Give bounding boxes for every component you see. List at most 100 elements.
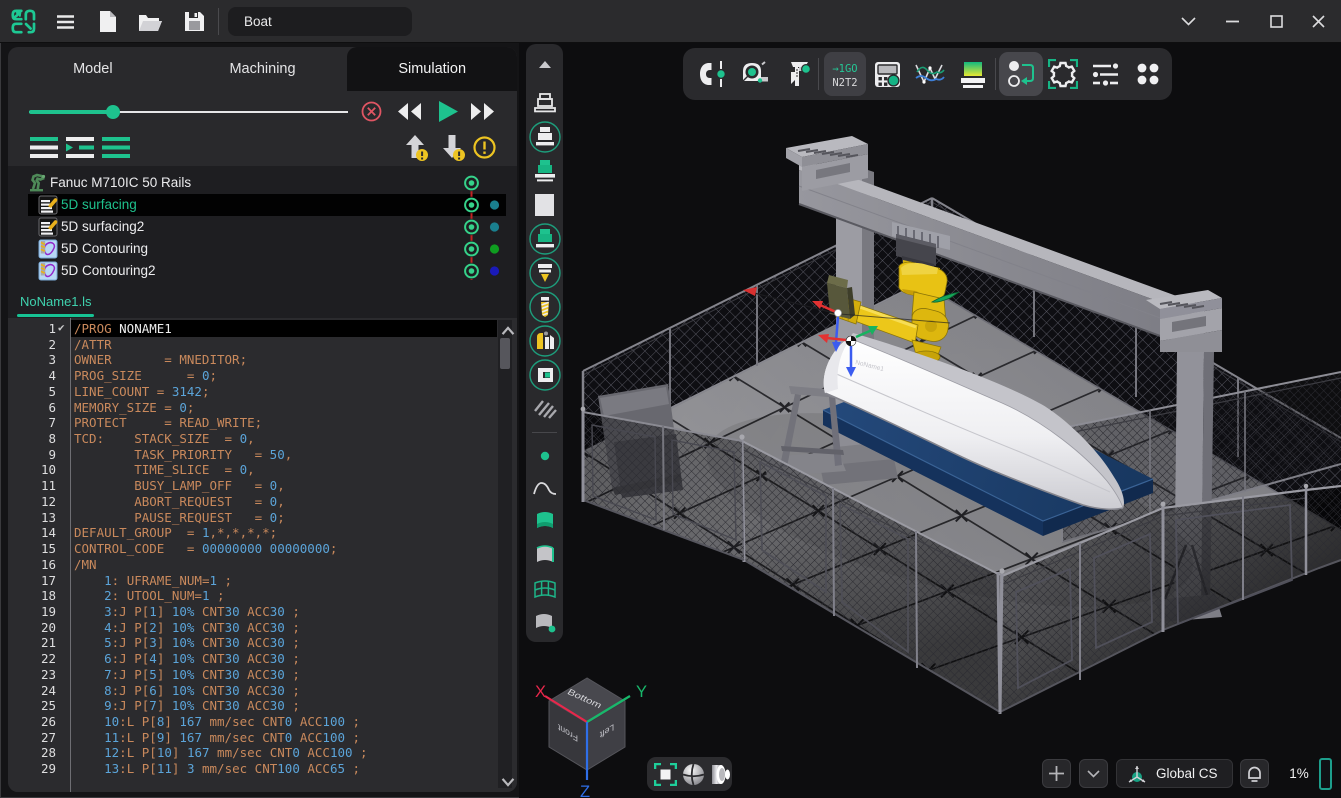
- open-folder-button[interactable]: [133, 5, 167, 38]
- press-stack-icon[interactable]: [952, 53, 994, 95]
- new-file-button[interactable]: [91, 5, 125, 38]
- shaded-sphere-button[interactable]: [682, 763, 705, 786]
- save-button[interactable]: [177, 5, 211, 38]
- code-editor[interactable]: 1✔/PROG NONAME12/ATTR3OWNER = MNEDITOR;4…: [8, 318, 517, 792]
- code-line-29[interactable]: 29 13:L P[11] 3 mm/sec CNT100 ACC65 ;: [8, 761, 505, 777]
- code-line-23[interactable]: 23 7:J P[5] 10% CNT30 ACC30 ;: [8, 667, 505, 683]
- code-line-4[interactable]: 4PROG_SIZE = 0;: [8, 368, 505, 384]
- tab-model[interactable]: Model: [8, 47, 178, 91]
- document-name-field[interactable]: Boat: [228, 7, 412, 36]
- code-line-18[interactable]: 18 2: UTOOL_NUM=1 ;: [8, 588, 505, 604]
- code-line-20[interactable]: 20 4:J P[2] 10% CNT30 ACC30 ;: [8, 620, 505, 636]
- go-nt-button[interactable]: →1GO N2T2: [824, 52, 866, 96]
- download-warning-button[interactable]: [440, 134, 466, 162]
- collapse-window-button[interactable]: [1171, 6, 1205, 36]
- tab-simulation[interactable]: Simulation: [347, 47, 517, 91]
- list-indent-button[interactable]: [66, 137, 94, 158]
- tree-row-5d-contouring2[interactable]: 5D Contouring2: [8, 260, 517, 282]
- add-cs-button[interactable]: [1042, 759, 1071, 788]
- tree-row-fanuc-m710ic-50-rails[interactable]: Fanuc M710IC 50 Rails: [8, 172, 517, 194]
- close-window-button[interactable]: [1301, 6, 1335, 36]
- code-line-13[interactable]: 13 PAUSE_REQUEST = 0;: [8, 510, 505, 526]
- tab-machining[interactable]: Machining: [178, 47, 348, 91]
- code-line-3[interactable]: 3OWNER = MNEDITOR;: [8, 352, 505, 368]
- code-line-8[interactable]: 8TCD: STACK_SIZE = 0,: [8, 431, 505, 447]
- machine-circled-icon[interactable]: [526, 120, 563, 154]
- curve-icon[interactable]: [526, 471, 563, 505]
- code-line-22[interactable]: 22 6:J P[4] 10% CNT30 ACC30 ;: [8, 651, 505, 667]
- play-button[interactable]: [437, 100, 459, 123]
- code-line-25[interactable]: 25 9:J P[7] 10% CNT30 ACC30 ;: [8, 698, 505, 714]
- scroll-down-arrow[interactable]: [501, 775, 515, 789]
- machine-outline-icon[interactable]: [526, 86, 563, 120]
- green-dot-icon[interactable]: [526, 439, 563, 473]
- holder-circled-icon[interactable]: [526, 358, 563, 392]
- code-line-17[interactable]: 17 1: UFRAME_NUM=1 ;: [8, 573, 505, 589]
- code-line-16[interactable]: 16/MN: [8, 557, 505, 573]
- sheet-dot-icon[interactable]: [526, 606, 563, 640]
- mesh-surface-icon[interactable]: [526, 572, 563, 606]
- code-line-11[interactable]: 11 BUSY_LAMP_OFF = 0,: [8, 478, 505, 494]
- robot-jog-button[interactable]: [999, 52, 1043, 96]
- code-line-19[interactable]: 19 3:J P[1] 10% CNT30 ACC30 ;: [8, 604, 505, 620]
- warning-circle-button[interactable]: [473, 136, 496, 159]
- scroll-up-arrow[interactable]: [501, 324, 515, 338]
- caliper-icon[interactable]: [777, 53, 819, 95]
- fit-view-button[interactable]: [654, 763, 677, 786]
- list-green-button[interactable]: [102, 137, 130, 158]
- calculator-icon[interactable]: [866, 53, 908, 95]
- code-line-26[interactable]: 26 10:L P[8] 167 mm/sec CNT0 ACC100 ;: [8, 714, 505, 730]
- code-line-21[interactable]: 21 5:J P[3] 10% CNT30 ACC30 ;: [8, 635, 505, 651]
- apps-grid-icon[interactable]: [1127, 53, 1169, 95]
- editor-scrollbar[interactable]: [498, 320, 512, 788]
- tree-row-5d-surfacing2[interactable]: 5D surfacing2: [8, 216, 517, 238]
- list-plain-button[interactable]: [30, 137, 58, 158]
- code-line-10[interactable]: 10 TIME_SLICE = 0,: [8, 462, 505, 478]
- waveform-icon[interactable]: [909, 53, 951, 95]
- maximize-window-button[interactable]: [1259, 6, 1293, 36]
- code-line-6[interactable]: 6MEMORY_SIZE = 0;: [8, 400, 505, 416]
- cylinder-view-button[interactable]: [709, 763, 732, 786]
- line-number: 12: [8, 494, 56, 509]
- filter-sliders-icon[interactable]: [1084, 53, 1126, 95]
- minimize-window-button[interactable]: [1215, 6, 1249, 36]
- sheet-gray-icon[interactable]: [526, 538, 563, 572]
- code-line-7[interactable]: 7PROTECT = READ_WRITE;: [8, 415, 505, 431]
- scrollbar-thumb[interactable]: [500, 338, 510, 369]
- code-line-27[interactable]: 27 11:L P[9] 167 mm/sec CNT0 ACC100 ;: [8, 730, 505, 746]
- code-line-24[interactable]: 24 8:J P[6] 10% CNT30 ACC30 ;: [8, 683, 505, 699]
- notifications-bell-button[interactable]: [1240, 759, 1269, 788]
- sheet-green-icon[interactable]: [526, 504, 563, 538]
- code-line-12[interactable]: 12 ABORT_REQUEST = 0,: [8, 494, 505, 510]
- code-line-15[interactable]: 15CONTROL_CODE = 00000000 00000000;: [8, 541, 505, 557]
- code-line-28[interactable]: 28 12:L P[10] 167 mm/sec CNT0 ACC100 ;: [8, 745, 505, 761]
- menu-button[interactable]: [48, 5, 82, 38]
- machine-green-circled-icon[interactable]: [526, 222, 563, 256]
- drill-striped-circled-icon[interactable]: [526, 290, 563, 324]
- machine-green-icon[interactable]: [526, 154, 563, 188]
- stop-button[interactable]: [361, 101, 382, 122]
- cs-selector[interactable]: Global CS: [1116, 759, 1233, 788]
- code-line-2[interactable]: 2/ATTR: [8, 337, 505, 353]
- tree-row-5d-surfacing[interactable]: 5D surfacing: [8, 194, 517, 216]
- workpiece-square-icon[interactable]: [526, 188, 563, 222]
- code-line-5[interactable]: 5LINE_COUNT = 3142;: [8, 384, 505, 400]
- code-line-9[interactable]: 9 TASK_PRIORITY = 50,: [8, 447, 505, 463]
- rewind-button[interactable]: [396, 102, 422, 121]
- magnet-snap-icon[interactable]: [691, 53, 733, 95]
- editor-tab[interactable]: NoName1.ls: [20, 294, 92, 309]
- tree-row-5d-contouring[interactable]: 5D Contouring: [8, 238, 517, 260]
- code-line-1[interactable]: 1✔/PROG NONAME1: [8, 321, 505, 337]
- tape-measure-icon[interactable]: [734, 53, 776, 95]
- code-line-14[interactable]: 14DEFAULT_GROUP = 1,*,*,*,*;: [8, 525, 505, 541]
- hatch-lines-icon[interactable]: [526, 392, 563, 426]
- cs-dropdown-button[interactable]: [1079, 759, 1108, 788]
- fixture-circled-icon[interactable]: [526, 324, 563, 358]
- app-logo[interactable]: [10, 8, 37, 35]
- fast-forward-button[interactable]: [470, 102, 496, 121]
- gear-frame-icon[interactable]: [1042, 53, 1084, 95]
- tool-tip-circled-icon[interactable]: [526, 256, 563, 290]
- slider-thumb[interactable]: [106, 105, 120, 119]
- upload-warning-button[interactable]: [403, 134, 429, 162]
- scroll-up-icon[interactable]: [526, 54, 563, 74]
